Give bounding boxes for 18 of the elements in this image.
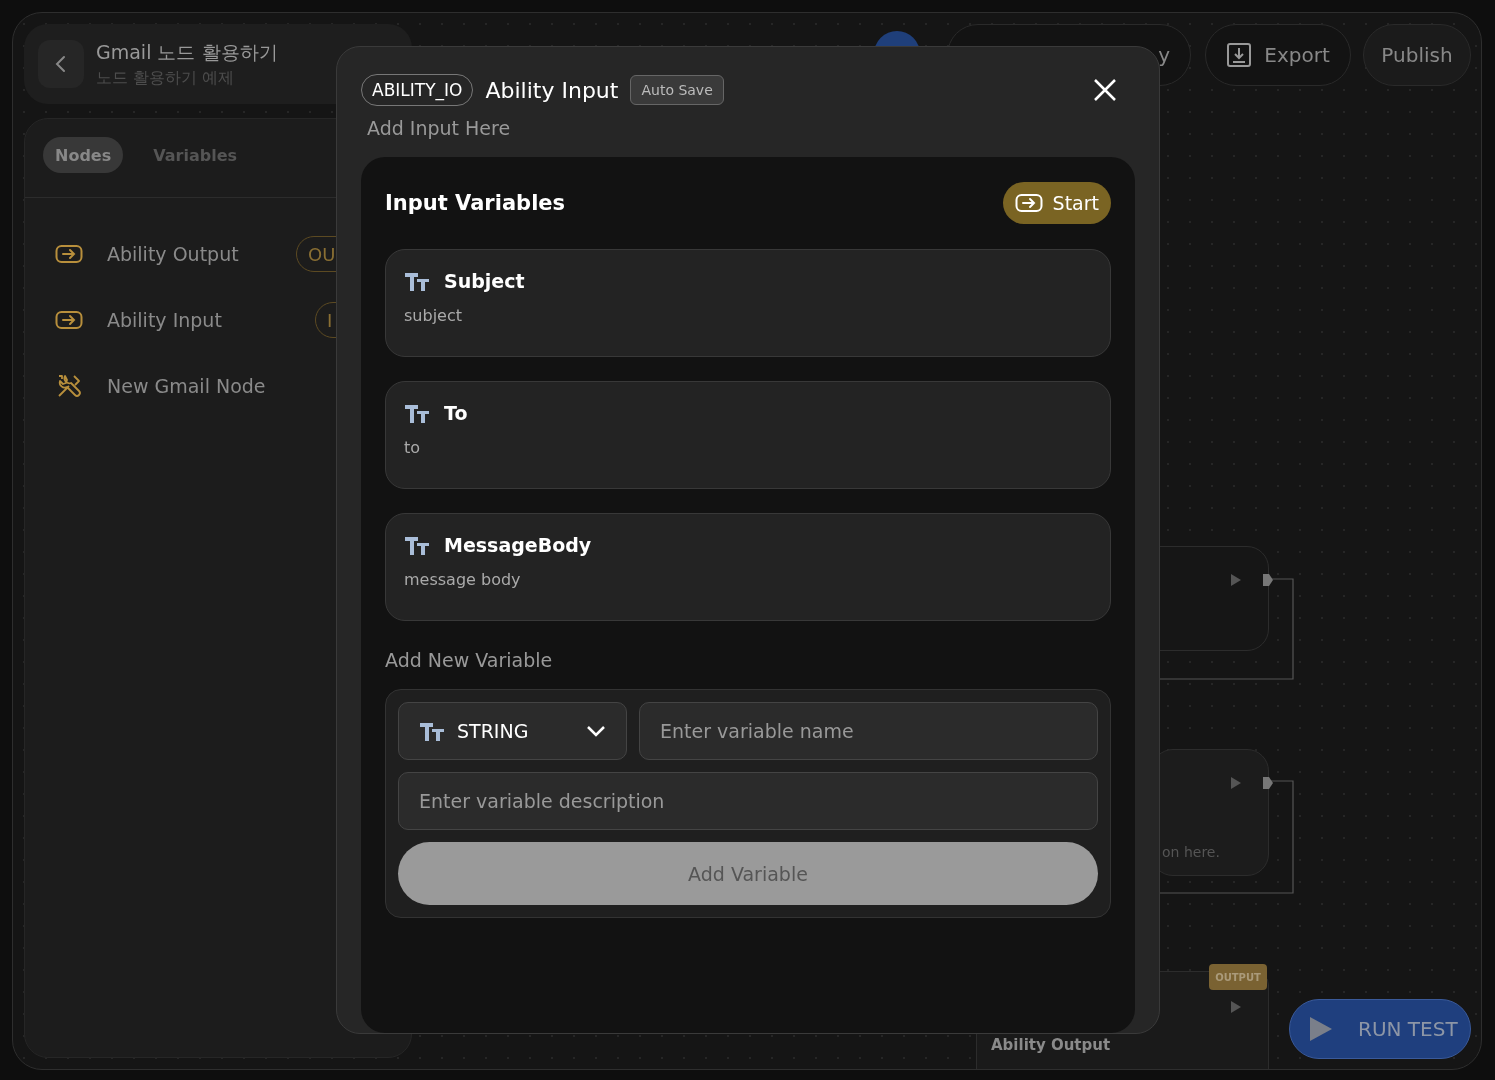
variable-description: to — [404, 438, 422, 457]
variable-description: subject — [404, 306, 463, 325]
auto-save-badge: Auto Save — [630, 75, 724, 105]
node-description: on here. — [1162, 844, 1220, 860]
node-title: Ability Output — [991, 1036, 1111, 1054]
dialog-title: Ability Input — [485, 77, 619, 103]
node-label: New Gmail Node — [107, 375, 266, 397]
panel-title: Input Variables — [385, 191, 566, 215]
output-tag: OUTPUT — [1209, 964, 1267, 990]
variable-name: MessageBody — [444, 534, 592, 556]
project-title: Gmail 노드 활용하기 — [96, 39, 278, 65]
section-title: Add New Variable — [385, 649, 554, 671]
variable-description: message body — [404, 570, 522, 589]
variable-name: Subject — [444, 270, 525, 292]
node-label: Ability Output — [107, 243, 239, 265]
dialog-description: Add Input Here — [367, 117, 512, 141]
node-label: Ability Input — [107, 309, 222, 331]
variable-name: To — [444, 402, 468, 424]
